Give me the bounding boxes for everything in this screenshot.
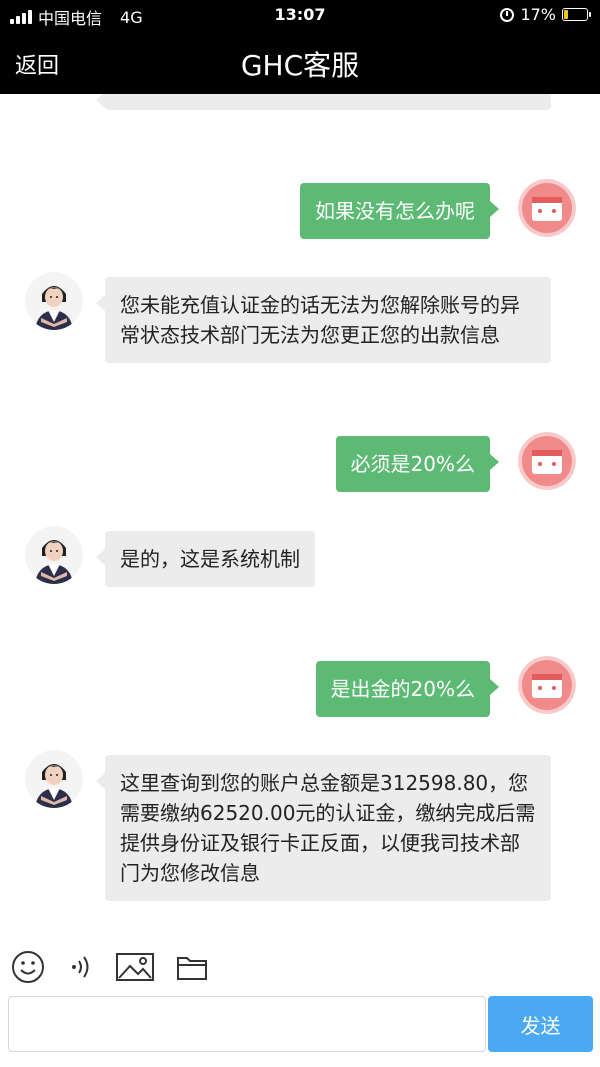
agent-avatar[interactable]	[25, 272, 83, 330]
composer: 发送	[0, 996, 600, 1052]
message-bubble-agent: 您未能充值认证金的话无法为您解除账号的异常状态技术部门无法为您更正您的出款信息	[96, 277, 551, 363]
image-icon[interactable]	[114, 949, 156, 985]
agent-avatar[interactable]	[25, 750, 83, 808]
folder-icon[interactable]	[174, 949, 210, 985]
robot-avatar-icon	[518, 432, 576, 490]
title-bar: 返回 GHC客服	[0, 30, 600, 94]
message-bubble-user: 如果没有怎么办呢	[300, 183, 499, 239]
status-right: 17%	[500, 5, 591, 24]
message-input[interactable]	[8, 996, 486, 1052]
status-bar: 中国电信 4G 13:07 17%	[0, 0, 600, 30]
battery-percent: 17%	[520, 5, 556, 24]
send-button[interactable]: 发送	[488, 996, 593, 1052]
voice-icon[interactable]	[62, 949, 98, 985]
top-bar: 中国电信 4G 13:07 17% 返回 GHC客服	[0, 0, 600, 94]
agent-avatar[interactable]	[25, 526, 83, 584]
message-bubble-partial	[96, 94, 551, 110]
composer-toolbar	[0, 945, 600, 990]
user-avatar[interactable]	[518, 656, 576, 714]
alarm-icon	[500, 7, 515, 22]
chat-area[interactable]: 如果没有怎么办呢 您未能充值认证金的话无法为您解除账号的异常状态技术部门无法为您…	[0, 94, 600, 940]
message-bubble-agent: 这里查询到您的账户总金额是312598.80，您需要缴纳62520.00元的认证…	[96, 755, 551, 901]
agent-photo-icon	[25, 526, 83, 584]
agent-photo-icon	[25, 750, 83, 808]
message-bubble-agent: 是的，这是系统机制	[96, 531, 315, 587]
agent-photo-icon	[25, 272, 83, 330]
robot-avatar-icon	[518, 656, 576, 714]
message-bubble-user: 必须是20%么	[335, 436, 500, 492]
message-bubble-user: 是出金的20%么	[315, 661, 500, 717]
emoji-icon[interactable]	[10, 949, 46, 985]
robot-avatar-icon	[518, 179, 576, 237]
battery-icon	[562, 8, 591, 21]
user-avatar[interactable]	[518, 432, 576, 490]
page-title: GHC客服	[240, 49, 360, 82]
user-avatar[interactable]	[518, 179, 576, 237]
